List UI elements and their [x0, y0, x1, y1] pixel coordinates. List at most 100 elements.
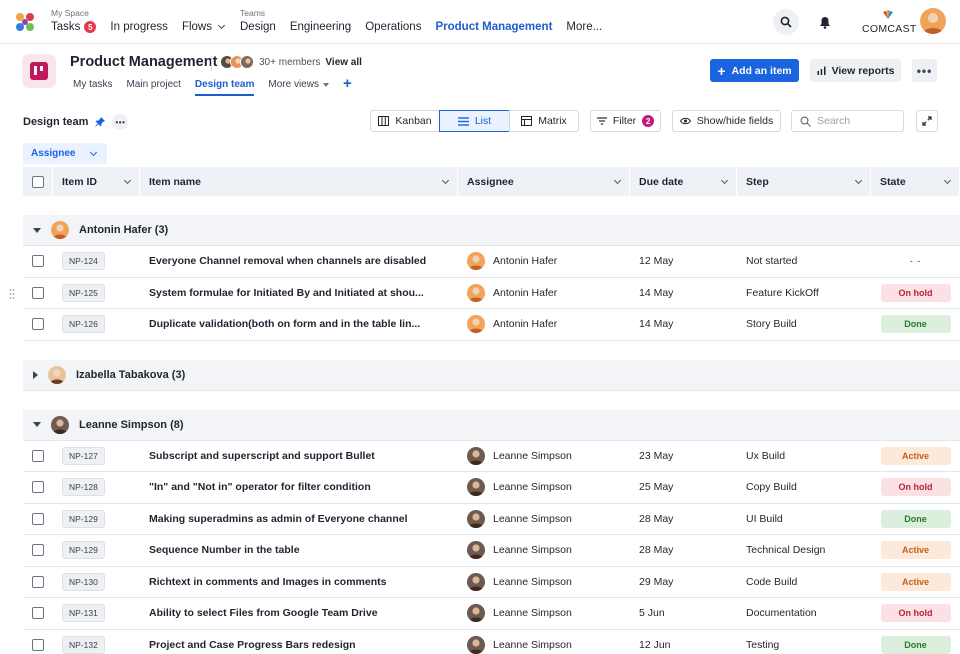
column-header-state[interactable]: State: [871, 167, 960, 196]
member-avatars[interactable]: [220, 55, 254, 69]
tab-design-team[interactable]: Design team: [194, 78, 255, 96]
item-name[interactable]: Duplicate validation(both on form and in…: [149, 318, 420, 330]
due-date-cell[interactable]: 14 May: [630, 278, 737, 309]
assignee-cell[interactable]: Leanne Simpson: [458, 441, 630, 472]
add-view-button[interactable]: +: [343, 76, 352, 96]
nav-in-progress[interactable]: In progress: [110, 21, 168, 33]
state-cell[interactable]: On hold: [871, 278, 960, 309]
caret-right-icon[interactable]: [33, 370, 38, 379]
group-row[interactable]: Izabella Tabakova (3): [23, 359, 960, 391]
item-name-cell[interactable]: Subscript and superscript and support Bu…: [140, 441, 458, 472]
expand-button[interactable]: [916, 110, 938, 132]
due-date-cell[interactable]: 28 May: [630, 535, 737, 566]
status-badge[interactable]: On hold: [880, 478, 951, 497]
item-name[interactable]: Ability to select Files from Google Team…: [149, 607, 378, 619]
state-cell[interactable]: Done: [871, 504, 960, 535]
column-header-item-id[interactable]: Item ID: [53, 167, 140, 196]
item-name-cell[interactable]: Project and Case Progress Bars redesign: [140, 630, 458, 654]
table-row[interactable]: NP-127 Subscript and superscript and supp…: [23, 440, 960, 472]
item-name-cell[interactable]: Sequence Number in the table: [140, 535, 458, 566]
due-date-cell[interactable]: 29 May: [630, 567, 737, 598]
step-cell[interactable]: UI Build: [737, 504, 871, 535]
item-name[interactable]: Richtext in comments and Images in comme…: [149, 576, 386, 588]
item-name-cell[interactable]: Everyone Channel removal when channels a…: [140, 246, 458, 277]
nav-team-design[interactable]: Design: [240, 21, 276, 33]
assignee-cell[interactable]: Leanne Simpson: [458, 630, 630, 654]
table-row[interactable]: NP-130 Richtext in comments and Images in…: [23, 566, 960, 598]
due-date-cell[interactable]: 12 Jun: [630, 630, 737, 654]
nav-flows[interactable]: Flows: [182, 21, 226, 33]
table-row[interactable]: NP-131 Ability to select Files from Googl…: [23, 598, 960, 630]
pin-icon[interactable]: [95, 117, 106, 127]
item-name-cell[interactable]: System formulae for Initiated By and Ini…: [140, 278, 458, 309]
step-cell[interactable]: Testing: [737, 630, 871, 654]
caret-down-icon[interactable]: [33, 227, 41, 233]
more-options-button[interactable]: •••: [912, 59, 937, 82]
row-checkbox[interactable]: [32, 575, 44, 588]
view-options-button[interactable]: •••: [112, 114, 129, 130]
header-select-all[interactable]: [23, 167, 53, 196]
row-checkbox[interactable]: [32, 318, 44, 331]
drag-handle-icon[interactable]: [9, 288, 15, 300]
column-header-item-name[interactable]: Item name: [140, 167, 458, 196]
row-checkbox[interactable]: [32, 638, 44, 651]
item-name[interactable]: "In" and "Not in" operator for filter co…: [149, 481, 371, 493]
assignee-cell[interactable]: Leanne Simpson: [458, 504, 630, 535]
status-badge[interactable]: Active: [880, 446, 951, 465]
status-badge[interactable]: Done: [880, 509, 951, 528]
step-cell[interactable]: Copy Build: [737, 472, 871, 503]
due-date-cell[interactable]: 5 Jun: [630, 598, 737, 629]
row-checkbox[interactable]: [32, 512, 44, 525]
status-badge[interactable]: Active: [880, 572, 951, 591]
assignee-cell[interactable]: Antonin Hafer: [458, 246, 630, 277]
app-logo-icon[interactable]: [14, 11, 36, 33]
group-row[interactable]: Antonin Hafer (3): [23, 215, 960, 246]
notifications-button[interactable]: [812, 9, 838, 35]
state-cell[interactable]: Active: [871, 567, 960, 598]
step-cell[interactable]: Ux Build: [737, 441, 871, 472]
state-cell[interactable]: Active: [871, 441, 960, 472]
table-row[interactable]: NP-126 Duplicate validation(both on form …: [23, 309, 960, 341]
item-name[interactable]: Project and Case Progress Bars redesign: [149, 639, 356, 651]
tab-more-views[interactable]: More views: [268, 78, 329, 96]
search-input[interactable]: [817, 115, 897, 127]
assignee-cell[interactable]: Antonin Hafer: [458, 309, 630, 340]
due-date-cell[interactable]: 12 May: [630, 246, 737, 277]
table-row[interactable]: NP-125 System formulae for Initiated By a…: [23, 277, 960, 309]
kanban-view-button[interactable]: Kanban: [370, 110, 440, 132]
table-row[interactable]: NP-128 "In" and "Not in" operator for fil…: [23, 472, 960, 504]
item-name[interactable]: Sequence Number in the table: [149, 544, 300, 556]
caret-down-icon[interactable]: [33, 422, 41, 427]
due-date-cell[interactable]: 23 May: [630, 441, 737, 472]
step-cell[interactable]: Feature KickOff: [737, 278, 871, 309]
assignee-cell[interactable]: Leanne Simpson: [458, 535, 630, 566]
filter-button[interactable]: Filter 2: [590, 110, 661, 132]
add-item-button[interactable]: + Add an item: [710, 59, 799, 82]
row-checkbox[interactable]: [32, 286, 44, 299]
nav-team-product-management[interactable]: Product Management: [435, 21, 552, 33]
item-name-cell[interactable]: Ability to select Files from Google Team…: [140, 598, 458, 629]
item-name-cell[interactable]: Making superadmins as admin of Everyone …: [140, 504, 458, 535]
view-all-members-link[interactable]: View all: [325, 57, 362, 68]
view-reports-button[interactable]: View reports: [810, 59, 901, 82]
row-checkbox[interactable]: [32, 607, 44, 620]
row-checkbox[interactable]: [32, 544, 44, 557]
step-cell[interactable]: Not started: [737, 246, 871, 277]
assignee-cell[interactable]: Antonin Hafer: [458, 278, 630, 309]
item-name-cell[interactable]: Richtext in comments and Images in comme…: [140, 567, 458, 598]
item-name-cell[interactable]: Duplicate validation(both on form and in…: [140, 309, 458, 340]
column-header-step[interactable]: Step: [737, 167, 871, 196]
status-badge[interactable]: - -: [881, 252, 951, 270]
nav-team-engineering[interactable]: Engineering: [290, 21, 351, 33]
state-cell[interactable]: On hold: [871, 472, 960, 503]
tab-main-project[interactable]: Main project: [126, 78, 180, 96]
step-cell[interactable]: Code Build: [737, 567, 871, 598]
step-cell[interactable]: Technical Design: [737, 535, 871, 566]
item-name[interactable]: Subscript and superscript and support Bu…: [149, 450, 375, 462]
group-row[interactable]: Leanne Simpson (8): [23, 409, 960, 441]
assignee-cell[interactable]: Leanne Simpson: [458, 598, 630, 629]
status-badge[interactable]: Done: [880, 315, 951, 334]
row-checkbox[interactable]: [32, 449, 44, 462]
row-checkbox[interactable]: [32, 255, 44, 268]
item-name[interactable]: System formulae for Initiated By and Ini…: [149, 287, 424, 299]
